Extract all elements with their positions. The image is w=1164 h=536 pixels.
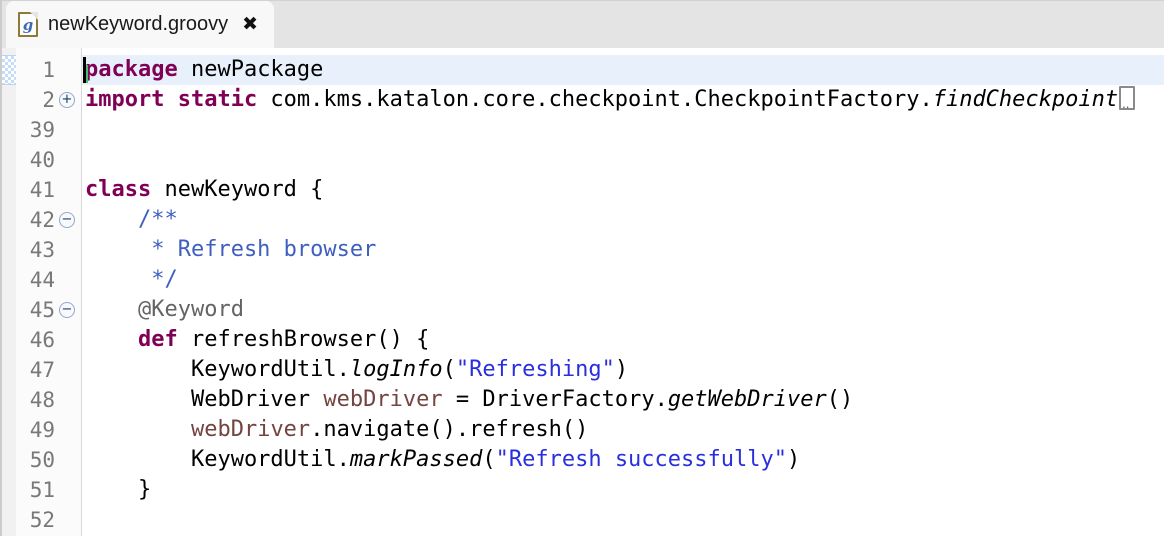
- annotation-ruler: [2, 48, 16, 536]
- page-fold-corner: [30, 12, 38, 20]
- code-token: webDriver: [191, 417, 310, 442]
- code-token: package: [85, 57, 178, 82]
- caret-mark: [86, 65, 88, 83]
- code-token: @Keyword: [85, 297, 244, 322]
- code-token: def: [138, 327, 178, 352]
- code-token: * Refresh browser: [85, 237, 376, 262]
- code-line[interactable]: @Keyword: [82, 295, 1164, 325]
- code-token: }: [85, 477, 151, 502]
- code-token: markPassed: [350, 447, 482, 472]
- line-number: 52: [16, 505, 58, 535]
- code-token: (: [482, 447, 495, 472]
- code-line[interactable]: import static com.kms.katalon.core.check…: [82, 85, 1164, 115]
- code-line[interactable]: /**: [82, 205, 1164, 235]
- close-tab-icon[interactable]: ✖: [242, 15, 258, 34]
- code-token: newPackage: [178, 57, 324, 82]
- code-line[interactable]: }: [82, 475, 1164, 505]
- code-editor: 123940414243444546474849505152 + − − packa…: [2, 48, 1164, 536]
- line-number: 49: [16, 415, 58, 445]
- line-number: 40: [16, 145, 58, 175]
- folding-ruler: + − −: [58, 48, 82, 536]
- code-line[interactable]: */: [82, 265, 1164, 295]
- line-number: 46: [16, 325, 58, 355]
- code-token: WebDriver: [85, 387, 323, 412]
- editor-window: g newKeyword.groovy ✖ 123940414243444546…: [0, 0, 1164, 536]
- code-token: = DriverFactory.: [443, 387, 668, 412]
- code-token: class: [85, 177, 151, 202]
- collapsed-region-indicator[interactable]: ‥: [1119, 86, 1135, 110]
- collapsed-dots: ‥: [1122, 100, 1129, 110]
- code-line[interactable]: webDriver.navigate().refresh(): [82, 415, 1164, 445]
- code-line[interactable]: KeywordUtil.logInfo("Refreshing"): [82, 355, 1164, 385]
- editor-tab-bar: g newKeyword.groovy ✖: [2, 0, 1164, 48]
- code-token: KeywordUtil.: [85, 447, 350, 472]
- code-line[interactable]: WebDriver webDriver = DriverFactory.getW…: [82, 385, 1164, 415]
- line-number: 51: [16, 475, 58, 505]
- line-number: 48: [16, 385, 58, 415]
- code-token: [85, 327, 138, 352]
- code-token: refreshBrowser() {: [178, 327, 430, 352]
- code-token: */: [85, 267, 178, 292]
- code-token: "Refreshing": [456, 357, 615, 382]
- code-token: /**: [85, 207, 178, 232]
- fold-collapse-icon[interactable]: −: [59, 302, 75, 318]
- code-token: (: [443, 357, 456, 382]
- line-number: 50: [16, 445, 58, 475]
- occurrence-annotation: [2, 55, 16, 85]
- line-number: 2: [16, 85, 58, 115]
- line-number: 39: [16, 115, 58, 145]
- tab-newkeyword-groovy[interactable]: g newKeyword.groovy ✖: [6, 1, 274, 48]
- line-number: 1: [16, 55, 58, 85]
- code-line[interactable]: def refreshBrowser() {: [82, 325, 1164, 355]
- fold-collapse-icon[interactable]: −: [59, 212, 75, 228]
- code-line[interactable]: [82, 145, 1164, 175]
- code-line[interactable]: [82, 115, 1164, 145]
- code-line[interactable]: package newPackage: [82, 55, 1164, 85]
- code-token: [85, 417, 191, 442]
- code-line[interactable]: class newKeyword {: [82, 175, 1164, 205]
- code-token: com.kms.katalon.core.checkpoint.Checkpoi…: [257, 87, 933, 112]
- code-token: getWebDriver: [668, 387, 827, 412]
- code-token: logInfo: [350, 357, 443, 382]
- line-number: 42: [16, 205, 58, 235]
- code-token: (): [827, 387, 854, 412]
- line-number: 43: [16, 235, 58, 265]
- line-number: 47: [16, 355, 58, 385]
- code-token: findCheckpoint: [933, 87, 1118, 112]
- code-line[interactable]: * Refresh browser: [82, 235, 1164, 265]
- tab-title: newKeyword.groovy: [48, 13, 228, 36]
- code-token: .navigate().refresh(): [310, 417, 588, 442]
- line-number: 44: [16, 265, 58, 295]
- line-number: 41: [16, 175, 58, 205]
- code-token: "Refresh successfully": [496, 447, 787, 472]
- code-line[interactable]: KeywordUtil.markPassed("Refresh successf…: [82, 445, 1164, 475]
- code-token: ): [615, 357, 628, 382]
- groovy-file-icon: g: [18, 12, 38, 37]
- code-token: webDriver: [323, 387, 442, 412]
- line-number-ruler: 123940414243444546474849505152: [16, 48, 58, 536]
- fold-expand-icon[interactable]: +: [59, 92, 75, 108]
- line-number: 45: [16, 295, 58, 325]
- code-token: KeywordUtil.: [85, 357, 350, 382]
- code-line[interactable]: [82, 505, 1164, 535]
- code-text-area[interactable]: package newPackageimport static com.kms.…: [82, 48, 1164, 536]
- code-token: newKeyword {: [151, 177, 323, 202]
- code-token: ): [787, 447, 800, 472]
- code-token: import static: [85, 87, 257, 112]
